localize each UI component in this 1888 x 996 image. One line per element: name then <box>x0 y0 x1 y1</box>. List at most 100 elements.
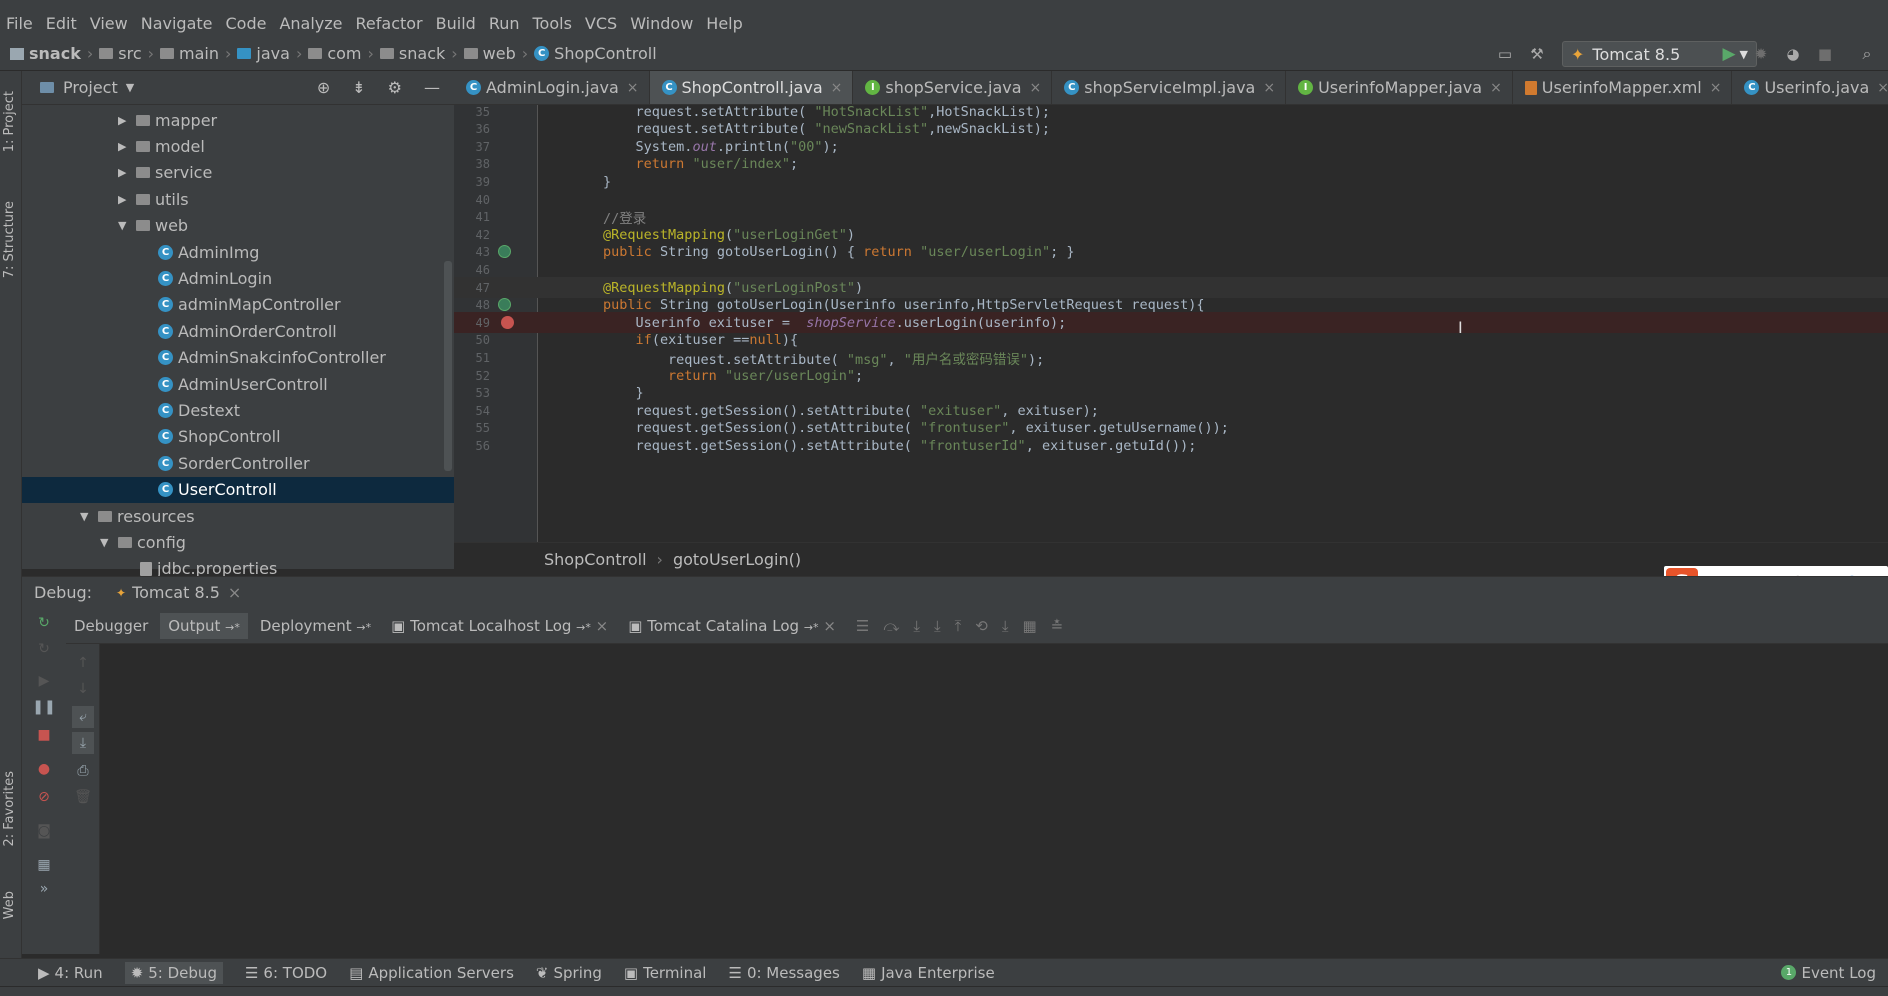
window-icon[interactable]: ▭ <box>1496 45 1514 63</box>
editor-tab[interactable]: C ShopControll.java × <box>649 71 854 104</box>
menu-analyze[interactable]: Analyze <box>279 14 342 33</box>
update-icon[interactable]: ↻ <box>33 638 55 660</box>
menu-refactor[interactable]: Refactor <box>356 14 423 33</box>
chevron-right-icon[interactable]: ▶ <box>118 140 132 153</box>
menu-navigate[interactable]: Navigate <box>141 14 213 33</box>
layout-icon[interactable]: ▦ <box>33 854 55 876</box>
tree-item-class[interactable]: C AdminUserControll <box>22 371 454 397</box>
code-line[interactable]: 56 request.getSession().setAttribute( "f… <box>454 435 1888 456</box>
menu-code[interactable]: Code <box>226 14 267 33</box>
tab-debugger[interactable]: Debugger <box>66 613 156 639</box>
spring-bean-icon[interactable] <box>498 297 511 311</box>
editor-tab[interactable]: UserinfoMapper.xml × <box>1513 71 1733 104</box>
tree-item-class[interactable]: C ShopControll <box>22 424 454 450</box>
editor-tab[interactable]: C AdminLogin.java × <box>454 71 650 104</box>
close-icon[interactable]: × <box>1263 80 1275 96</box>
chevron-down-icon[interactable]: ▼ <box>118 219 132 232</box>
tool-tab-messages[interactable]: ☰ 0: Messages <box>728 964 839 982</box>
print-icon[interactable]: ⎙ <box>72 760 94 782</box>
tree-item-class[interactable]: CadminMapController <box>22 292 454 318</box>
editor-tab[interactable]: IshopService.java × <box>853 71 1053 104</box>
soft-wrap-icon[interactable]: ⤶ <box>72 706 94 728</box>
menu-view[interactable]: View <box>90 14 128 33</box>
code-editor[interactable]: 35 request.setAttribute( "HotSnackList",… <box>454 105 1888 542</box>
editor-tab[interactable]: I UserinfoMapper.java × <box>1286 71 1513 104</box>
editor-tab[interactable]: C Userinfo.java × <box>1732 71 1888 104</box>
debug-session-tab[interactable]: Tomcat 8.5 <box>132 583 220 602</box>
mute-breakpoints-icon[interactable]: ⊘ <box>33 786 55 808</box>
tab-catalina-log[interactable]: ▣ Tomcat Catalina Log →* × <box>620 613 844 639</box>
tool-tab-java-enterprise[interactable]: ▦ Java Enterprise <box>862 964 995 982</box>
tree-item-folder[interactable]: ▶ model <box>22 133 454 159</box>
tree-item-folder[interactable]: ▶ utils <box>22 186 454 212</box>
tool-tab-terminal[interactable]: ▣ Terminal <box>624 964 707 982</box>
tool-tab-todo[interactable]: ☰ 6: TODO <box>245 964 327 982</box>
menu-build[interactable]: Build <box>436 14 476 33</box>
editor-crumb-method[interactable]: gotoUserLogin() <box>673 550 801 569</box>
rerun-icon[interactable]: ↻ <box>33 612 55 634</box>
stop-icon[interactable]: ■ <box>33 724 55 746</box>
crumb-main[interactable]: main <box>179 44 219 63</box>
hammer-icon[interactable]: ⚒ <box>1528 45 1546 63</box>
more-icon[interactable]: » <box>33 878 55 900</box>
project-panel-title[interactable]: Project <box>63 78 118 97</box>
trash-icon[interactable]: 🗑 <box>72 786 94 808</box>
editor-tab[interactable]: CshopServiceImpl.java × <box>1052 71 1287 104</box>
project-scrollbar[interactable] <box>444 261 452 471</box>
tree-item-folder[interactable]: ▼ config <box>22 529 454 555</box>
crumb-snack[interactable]: snack <box>29 44 81 63</box>
tree-item-folder[interactable]: ▼ resources <box>22 503 454 529</box>
tool-tab-structure[interactable]: 7: Structure <box>2 201 17 278</box>
locate-icon[interactable]: ⊕ <box>317 78 330 97</box>
collapse-all-icon[interactable]: ⇟ <box>352 78 365 97</box>
menu-file[interactable]: File <box>6 14 33 33</box>
close-icon[interactable]: × <box>1030 80 1042 96</box>
chevron-right-icon[interactable]: ▶ <box>118 114 132 127</box>
chevron-down-icon[interactable]: ▼ <box>100 536 114 549</box>
crumb-shopcontroll[interactable]: ShopControll <box>554 44 657 63</box>
close-icon[interactable]: × <box>1877 80 1888 96</box>
chevron-down-icon[interactable]: ▼ <box>126 81 134 94</box>
search-icon[interactable]: ⌕ <box>1858 44 1876 63</box>
tool-tab-favorites[interactable]: 2: Favorites <box>2 771 17 847</box>
chevron-right-icon[interactable]: ▶ <box>118 166 132 179</box>
tab-deployment[interactable]: Deployment →* <box>252 613 379 639</box>
menu-help[interactable]: Help <box>706 14 742 33</box>
chevron-down-icon[interactable]: ▼ <box>80 510 94 523</box>
tree-item-class[interactable]: C Destext <box>22 397 454 423</box>
tree-item-class[interactable]: C AdminOrderControll <box>22 318 454 344</box>
close-icon[interactable]: × <box>627 80 639 96</box>
tree-item-class[interactable]: C UserControll <box>22 476 454 503</box>
tree-item-folder[interactable]: ▶ service <box>22 160 454 186</box>
menu-run[interactable]: Run <box>489 14 520 33</box>
crumb-com[interactable]: com <box>327 44 361 63</box>
arrow-down-icon[interactable]: ↓ <box>72 678 94 700</box>
tool-tab-project[interactable]: 1: Project <box>2 91 17 152</box>
tree-item-class[interactable]: C SorderController <box>22 450 454 476</box>
tab-output[interactable]: Output →* <box>160 612 248 639</box>
run-icon[interactable]: ▶ <box>1720 44 1738 64</box>
tree-item-folder[interactable]: ▼ web <box>22 213 454 239</box>
tool-tab-app-servers[interactable]: ▤ Application Servers <box>349 964 514 982</box>
editor-crumb-class[interactable]: ShopControll <box>544 550 647 569</box>
crumb-src[interactable]: src <box>118 44 141 63</box>
pause-icon[interactable]: ❚❚ <box>32 696 55 718</box>
gear-icon[interactable]: ⚙ <box>388 78 402 97</box>
tool-tab-web[interactable]: Web <box>2 891 17 919</box>
close-icon[interactable]: × <box>831 80 843 96</box>
debug-icon[interactable]: ✹ <box>1752 45 1770 63</box>
hide-icon[interactable]: — <box>424 78 440 97</box>
tree-item-class[interactable]: C AdminImg <box>22 239 454 265</box>
stop-icon[interactable]: ■ <box>1816 45 1834 63</box>
tree-item-class[interactable]: C AdminLogin <box>22 265 454 291</box>
close-icon[interactable]: × <box>228 583 241 602</box>
spring-bean-icon[interactable] <box>498 244 511 258</box>
tool-tab-run[interactable]: ▶ 4: Run <box>38 964 103 982</box>
tool-tab-debug[interactable]: ✹ 5: Debug <box>124 961 223 984</box>
camera-icon[interactable]: ◙ <box>33 820 55 842</box>
view-breakpoints-icon[interactable]: ● <box>33 758 55 780</box>
close-icon[interactable]: × <box>1490 80 1502 96</box>
menu-edit[interactable]: Edit <box>46 14 77 33</box>
menu-vcs[interactable]: VCS <box>585 14 617 33</box>
coverage-icon[interactable]: ◕ <box>1784 45 1802 63</box>
